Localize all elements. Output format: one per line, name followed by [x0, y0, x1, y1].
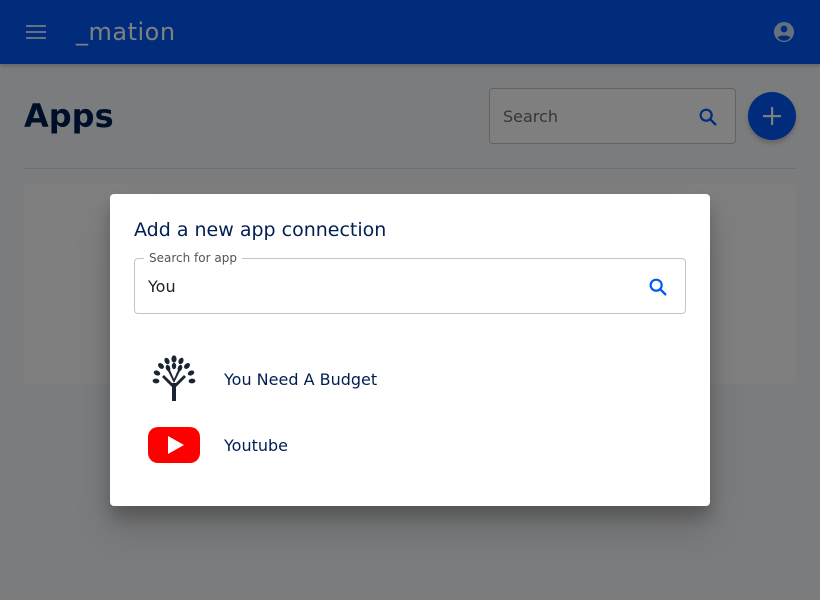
search-icon[interactable]: [647, 276, 669, 298]
app-result-label: You Need A Budget: [224, 369, 378, 389]
app-result-list: You Need A Budget Youtube: [134, 346, 686, 478]
dialog-title: Add a new app connection: [134, 219, 387, 241]
app-search-input[interactable]: [148, 259, 628, 313]
app-search-field[interactable]: Search for app: [134, 251, 686, 314]
ynab-tree-icon: [148, 353, 200, 405]
app-result-label: Youtube: [224, 435, 288, 455]
app-result-youtube[interactable]: Youtube: [134, 412, 686, 478]
add-app-dialog: Add a new app connection Search for app: [110, 194, 710, 506]
youtube-icon: [148, 419, 200, 471]
app-result-you-need-a-budget[interactable]: You Need A Budget: [134, 346, 686, 412]
